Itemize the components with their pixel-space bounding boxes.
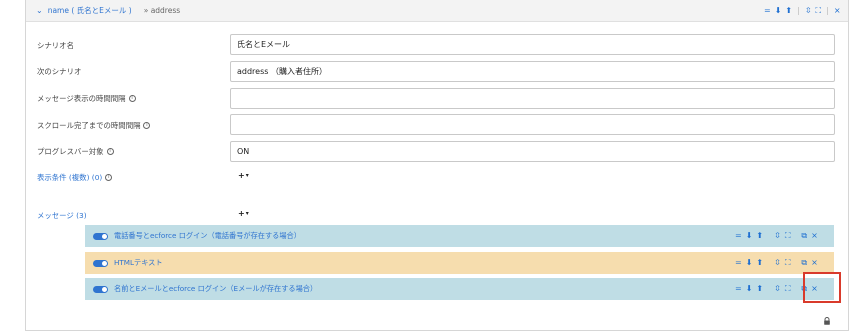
- next-scenario-input[interactable]: address （購入者住所）: [230, 61, 835, 82]
- message-enabled-toggle[interactable]: [93, 285, 108, 293]
- scenario-header[interactable]: ⌄ name ( 氏名とEメール ) » address: [26, 0, 848, 22]
- message-interval-label-text: メッセージ表示の時間間隔: [37, 94, 126, 103]
- expand-icon[interactable]: ⛶: [785, 259, 791, 267]
- scenario-panel: ⌄ name ( 氏名とEメール ) » address = ⬇ ⬆ | ⇳ ⛶…: [25, 0, 849, 331]
- add-condition-button[interactable]: + ▾: [238, 171, 249, 180]
- display-conditions-label-text[interactable]: 表示条件 (複数) (0): [37, 172, 102, 183]
- toolbar-divider: |: [826, 6, 829, 15]
- caret-down-icon: ▾: [245, 210, 249, 217]
- delete-icon[interactable]: ×: [811, 259, 818, 267]
- copy-icon[interactable]: ⧉: [801, 232, 807, 240]
- info-icon[interactable]: i: [128, 95, 136, 102]
- plus-icon: +: [238, 209, 245, 218]
- message-row[interactable]: HTMLテキスト: [85, 252, 834, 274]
- message-row[interactable]: 電話番号とecforce ログイン（電話番号が存在する場合）: [85, 225, 834, 247]
- message-row[interactable]: 名前とEメールとecforce ログイン（Eメールが存在する場合）: [85, 278, 834, 300]
- scenario-name-label: シナリオ名: [37, 40, 74, 51]
- menu-icon[interactable]: =: [735, 285, 742, 293]
- message-interval-input[interactable]: [230, 88, 835, 109]
- info-icon[interactable]: i: [106, 148, 114, 155]
- message-interval-label: メッセージ表示の時間間隔 i: [37, 93, 136, 104]
- move-down-icon[interactable]: ⬇: [775, 7, 782, 15]
- menu-icon[interactable]: =: [764, 7, 771, 15]
- move-down-icon[interactable]: ⬇: [746, 259, 753, 267]
- menu-icon[interactable]: =: [735, 259, 742, 267]
- progress-bar-label-text: プログレスバー対象: [37, 147, 104, 156]
- next-scenario-indicator: » address: [143, 6, 181, 15]
- copy-icon[interactable]: ⧉: [801, 259, 807, 267]
- expand-all-icon[interactable]: ⛶: [816, 7, 822, 15]
- progress-bar-select[interactable]: ON: [230, 141, 835, 162]
- message-title[interactable]: 名前とEメールとecforce ログイン（Eメールが存在する場合）: [114, 284, 317, 294]
- message-row-toolbar: = ⬇ ⬆ ⇳ ⛶ ⧉ ×: [735, 259, 818, 267]
- scenario-header-title[interactable]: name ( 氏名とEメール ): [48, 5, 132, 16]
- copy-delete-highlight-box: [803, 272, 841, 303]
- messages-label[interactable]: メッセージ (3): [37, 210, 87, 221]
- expand-icon[interactable]: ⛶: [785, 285, 791, 293]
- collapse-icon[interactable]: ⇳: [774, 285, 781, 293]
- move-down-icon[interactable]: ⬇: [746, 232, 753, 240]
- move-up-icon[interactable]: ⬆: [785, 7, 792, 15]
- next-scenario-label-text: 次のシナリオ: [37, 67, 82, 76]
- scroll-interval-label: スクロール完了までの時間間隔 i: [37, 120, 151, 131]
- message-title[interactable]: HTMLテキスト: [114, 258, 163, 268]
- delete-icon[interactable]: ×: [811, 232, 818, 240]
- collapse-all-icon[interactable]: ⇳: [805, 7, 812, 15]
- toolbar-divider: |: [797, 6, 800, 15]
- message-enabled-toggle[interactable]: [93, 259, 108, 267]
- move-down-icon[interactable]: ⬇: [746, 285, 753, 293]
- info-icon[interactable]: i: [143, 122, 151, 129]
- collapse-icon[interactable]: ⇳: [774, 232, 781, 240]
- message-title[interactable]: 電話番号とecforce ログイン（電話番号が存在する場合）: [114, 231, 301, 241]
- menu-icon[interactable]: =: [735, 232, 742, 240]
- move-up-icon[interactable]: ⬆: [756, 285, 763, 293]
- next-scenario-label: 次のシナリオ: [37, 66, 81, 77]
- messages-label-text[interactable]: メッセージ (3): [37, 210, 87, 221]
- info-icon[interactable]: i: [105, 174, 113, 181]
- caret-down-icon: ▾: [245, 172, 249, 179]
- move-up-icon[interactable]: ⬆: [756, 232, 763, 240]
- lock-icon: [824, 317, 830, 325]
- header-toolbar: = ⬇ ⬆ | ⇳ ⛶ | ×: [764, 7, 841, 15]
- plus-icon: +: [238, 171, 245, 180]
- display-conditions-label[interactable]: 表示条件 (複数) (0) i: [37, 172, 113, 183]
- scroll-interval-input[interactable]: [230, 114, 835, 135]
- collapse-icon[interactable]: ⇳: [774, 259, 781, 267]
- add-message-button[interactable]: + ▾: [238, 209, 249, 218]
- move-up-icon[interactable]: ⬆: [756, 259, 763, 267]
- close-icon[interactable]: ×: [834, 7, 841, 15]
- message-row-toolbar: = ⬇ ⬆ ⇳ ⛶ ⧉ ×: [735, 232, 818, 240]
- scroll-interval-label-text: スクロール完了までの時間間隔: [37, 121, 141, 130]
- message-enabled-toggle[interactable]: [93, 232, 108, 240]
- scenario-name-label-text: シナリオ名: [37, 41, 74, 50]
- chevron-down-icon[interactable]: ⌄: [36, 6, 43, 15]
- expand-icon[interactable]: ⛶: [785, 232, 791, 240]
- scenario-name-input[interactable]: 氏名とEメール: [230, 34, 835, 55]
- progress-bar-label: プログレスバー対象 i: [37, 146, 114, 157]
